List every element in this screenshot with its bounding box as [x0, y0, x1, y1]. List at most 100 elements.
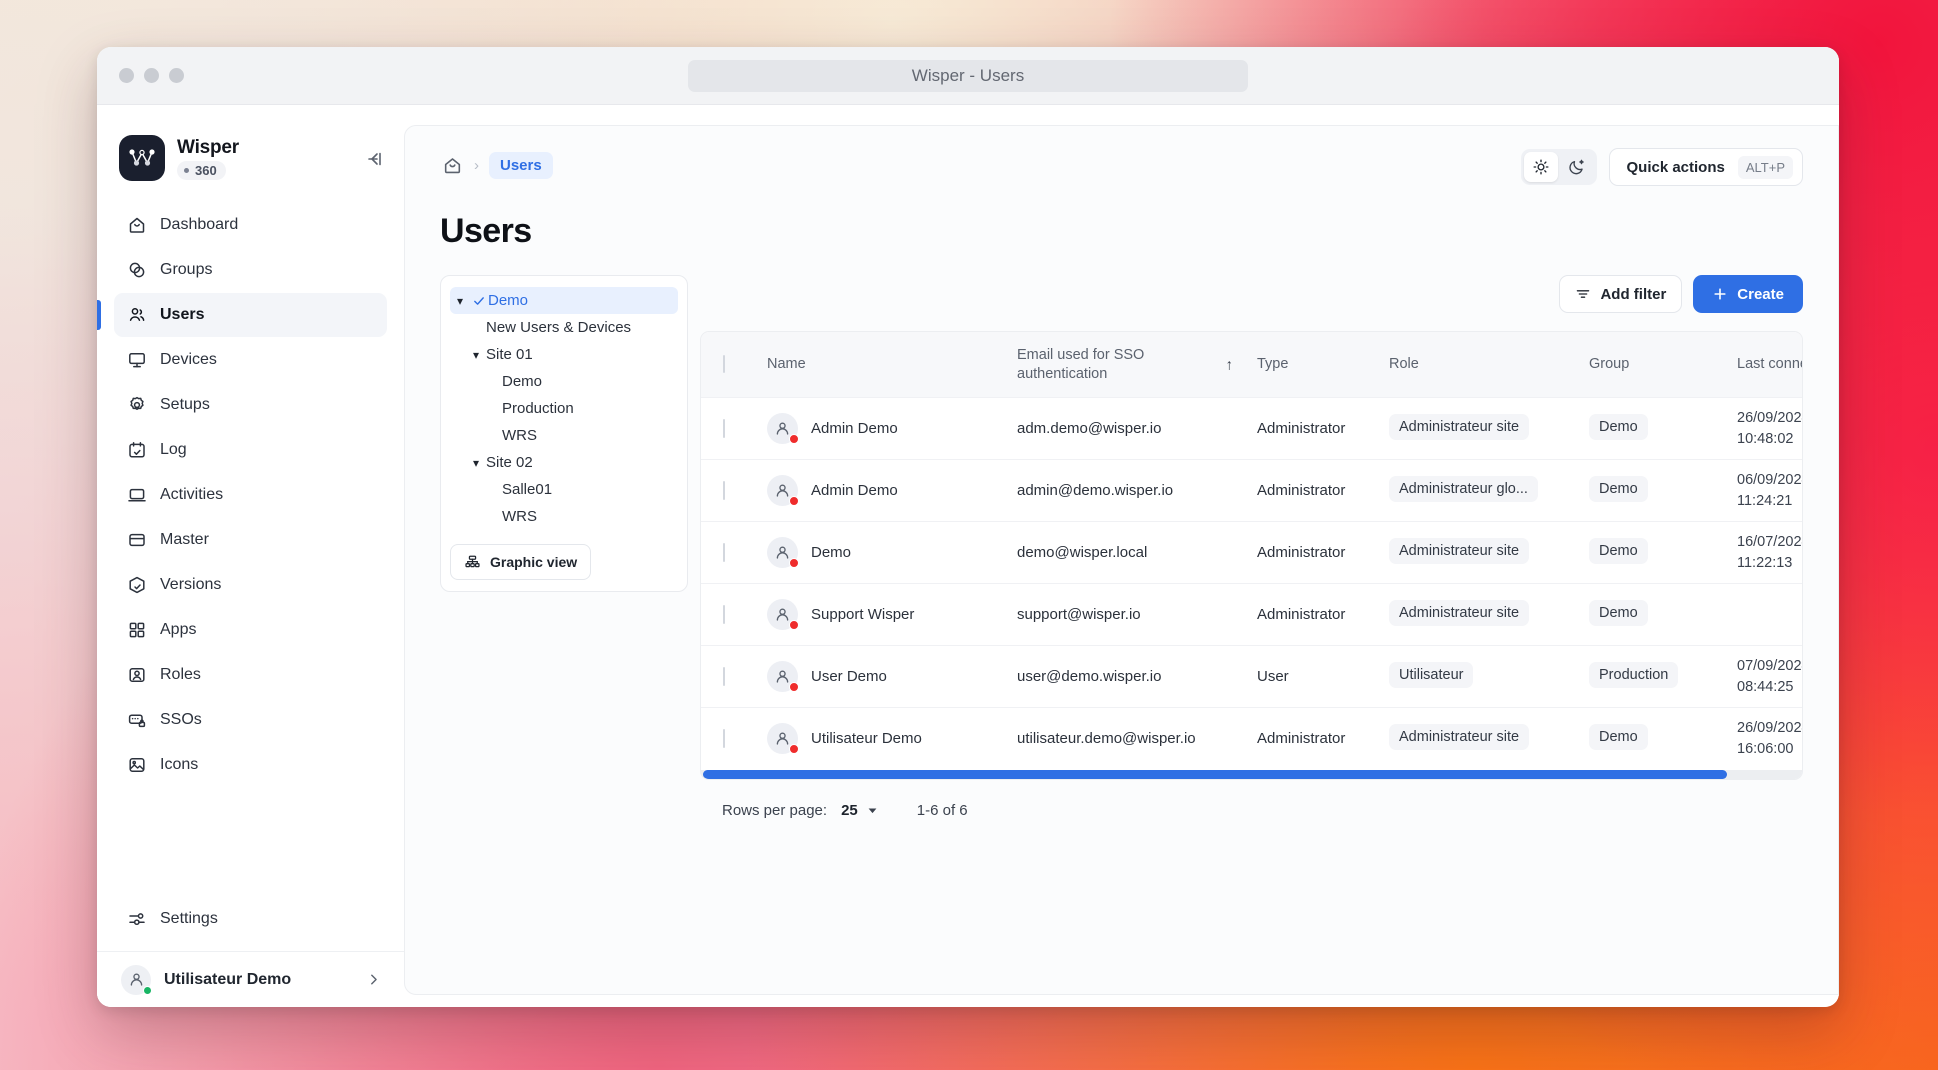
sidebar-item-groups[interactable]: Groups [114, 248, 387, 292]
tree-node[interactable]: Salle01 [482, 476, 678, 503]
filter-icon [1575, 286, 1591, 302]
tree-node[interactable]: ▾ Demo [450, 287, 678, 314]
status-badge [143, 986, 152, 995]
horizontal-scrollbar[interactable] [701, 770, 1802, 779]
rows-per-page-label: Rows per page: [722, 802, 827, 819]
sidebar-item-roles[interactable]: Roles [114, 653, 387, 697]
tree-node[interactable]: New Users & Devices [466, 314, 678, 341]
tree-node[interactable]: WRS [482, 503, 678, 530]
sidebar-user-row[interactable]: Utilisateur Demo [97, 951, 404, 1007]
tree-node[interactable]: ▾Site 01 [466, 341, 678, 368]
tree-node[interactable]: ▾Site 02 [466, 449, 678, 476]
last-connection-time: 10:48:02 [1737, 431, 1793, 447]
cell-group: Demo [1579, 584, 1727, 646]
last-connection-date: 07/09/2024 [1737, 658, 1803, 674]
chevron-down-icon[interactable]: ▾ [450, 294, 470, 308]
cell-email: admin@demo.wisper.io [1007, 460, 1247, 522]
package-check-icon [126, 575, 147, 596]
laptop-icon [126, 485, 147, 506]
sidebar-item-label: Icons [160, 756, 198, 774]
close-button[interactable] [119, 68, 134, 83]
window-controls[interactable] [119, 68, 184, 83]
hierarchy-icon [464, 554, 481, 571]
tree-node-label: Demo [488, 292, 528, 309]
tree-node[interactable]: WRS [482, 422, 678, 449]
column-header-last-connection[interactable]: Last connection [1727, 332, 1803, 398]
row-checkbox[interactable] [723, 419, 725, 438]
moon-icon[interactable] [1560, 152, 1594, 182]
row-select-cell [701, 522, 757, 584]
minimize-button[interactable] [144, 68, 159, 83]
sidebar-item-label: Devices [160, 351, 217, 369]
alert-badge [789, 682, 799, 692]
sidebar-item-versions[interactable]: Versions [114, 563, 387, 607]
cell-last-connection: 06/09/202411:24:21 [1727, 460, 1803, 522]
chevron-down-icon[interactable]: ▾ [466, 348, 486, 362]
sidebar-item-setups[interactable]: Setups [114, 383, 387, 427]
sidebar-item-icons[interactable]: Icons [114, 743, 387, 787]
rows-per-page-select[interactable]: 25 [841, 802, 879, 819]
graphic-view-label: Graphic view [490, 554, 577, 570]
graphic-view-button[interactable]: Graphic view [450, 544, 591, 580]
tree-node[interactable]: Production [482, 395, 678, 422]
table-row[interactable]: Demodemo@wisper.localAdministratorAdmini… [701, 522, 1803, 584]
table-row[interactable]: Admin Demoadm.demo@wisper.ioAdministrato… [701, 398, 1803, 460]
image-icon [126, 755, 147, 776]
row-checkbox[interactable] [723, 481, 725, 500]
row-select-cell [701, 398, 757, 460]
column-header-group[interactable]: Group [1579, 332, 1727, 398]
sidebar-item-master[interactable]: Master [114, 518, 387, 562]
cell-type: User [1247, 646, 1379, 708]
sidebar-item-activities[interactable]: Activities [114, 473, 387, 517]
cell-type: Administrator [1247, 522, 1379, 584]
column-header-name[interactable]: Name [757, 332, 1007, 398]
group-chip: Demo [1589, 476, 1648, 502]
last-connection-time: 11:24:21 [1737, 493, 1792, 509]
row-checkbox[interactable] [723, 543, 725, 562]
column-header-email[interactable]: Email used for SSO authentication ↑ [1007, 332, 1247, 398]
chevron-down-icon[interactable]: ▾ [466, 456, 486, 470]
sidebar-item-apps[interactable]: Apps [114, 608, 387, 652]
cell-role: Administrateur site [1379, 708, 1579, 770]
calendar-check-icon [126, 440, 147, 461]
create-button[interactable]: Create [1693, 275, 1803, 313]
maximize-button[interactable] [169, 68, 184, 83]
select-all-checkbox[interactable] [723, 355, 725, 373]
last-connection-date: 26/09/2024 [1737, 720, 1803, 736]
sidebar-item-log[interactable]: Log [114, 428, 387, 472]
sidebar-item-users[interactable]: Users [114, 293, 387, 337]
row-checkbox[interactable] [723, 667, 725, 686]
sidebar-item-devices[interactable]: Devices [114, 338, 387, 382]
collapse-sidebar-icon[interactable] [362, 147, 386, 171]
cell-email: utilisateur.demo@wisper.io [1007, 708, 1247, 770]
sidebar-item-label: SSOs [160, 711, 202, 729]
column-header-role[interactable]: Role [1379, 332, 1579, 398]
table-row[interactable]: Support Wispersupport@wisper.ioAdministr… [701, 584, 1803, 646]
tree-node[interactable]: Demo [482, 368, 678, 395]
table-row[interactable]: User Demouser@demo.wisper.ioUserUtilisat… [701, 646, 1803, 708]
role-chip: Administrateur site [1389, 724, 1529, 750]
chevron-right-icon[interactable] [365, 971, 382, 988]
quick-actions-button[interactable]: Quick actions ALT+P [1609, 148, 1803, 186]
column-header-type[interactable]: Type [1247, 332, 1379, 398]
sun-icon[interactable] [1524, 152, 1558, 182]
add-filter-button[interactable]: Add filter [1559, 275, 1682, 313]
row-checkbox[interactable] [723, 605, 725, 624]
cell-group: Demo [1579, 460, 1727, 522]
avatar [767, 661, 798, 692]
breadcrumb-current[interactable]: Users [489, 152, 553, 179]
home-icon[interactable] [440, 154, 464, 178]
last-connection-time: 16:06:00 [1737, 741, 1793, 757]
theme-toggle [1521, 149, 1597, 185]
cell-role: Administrateur site [1379, 522, 1579, 584]
arrow-up-icon[interactable]: ↑ [1226, 355, 1234, 374]
sidebar-item-ssos[interactable]: SSOs [114, 698, 387, 742]
scrollbar-thumb[interactable] [703, 770, 1727, 779]
avatar [121, 965, 151, 995]
table-row[interactable]: Utilisateur Demoutilisateur.demo@wisper.… [701, 708, 1803, 770]
role-chip: Administrateur site [1389, 538, 1529, 564]
sidebar-item-dashboard[interactable]: Dashboard [114, 203, 387, 247]
table-row[interactable]: Admin Demoadmin@demo.wisper.ioAdministra… [701, 460, 1803, 522]
row-checkbox[interactable] [723, 729, 725, 748]
sidebar-item-settings[interactable]: Settings [114, 897, 387, 941]
